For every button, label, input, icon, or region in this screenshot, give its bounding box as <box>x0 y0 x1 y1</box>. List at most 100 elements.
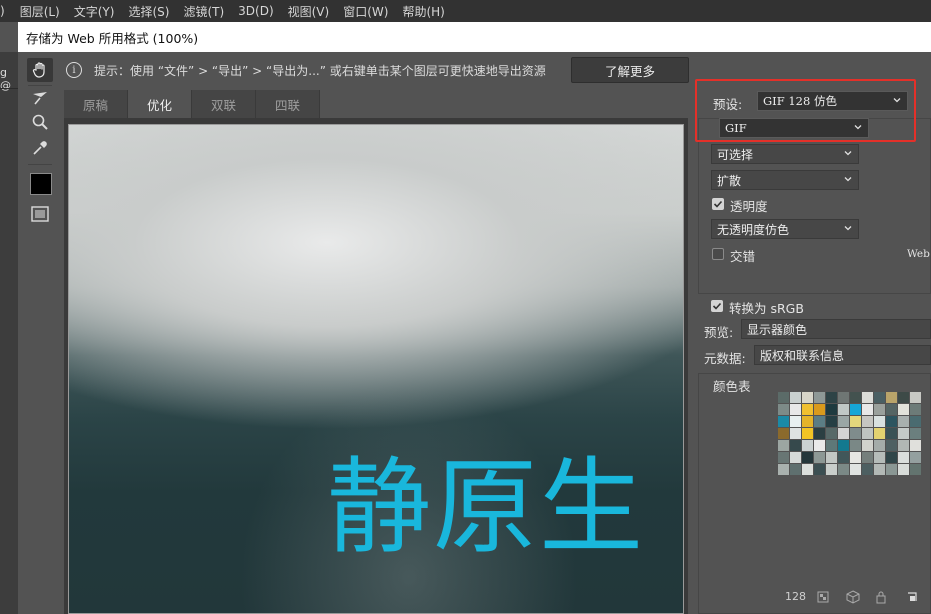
color-swatch[interactable] <box>802 452 813 463</box>
slice-select-tool[interactable] <box>27 86 53 110</box>
color-swatch[interactable] <box>898 404 909 415</box>
color-swatch[interactable] <box>838 428 849 439</box>
color-swatch[interactable] <box>910 452 921 463</box>
menu-item[interactable]: ) <box>0 4 13 18</box>
color-swatch[interactable] <box>910 428 921 439</box>
color-swatch[interactable] <box>790 452 801 463</box>
color-swatch[interactable] <box>838 464 849 475</box>
color-reduction-select[interactable]: 可选择 <box>711 144 859 164</box>
view-tab[interactable]: 四联 <box>256 90 320 118</box>
preview-canvas-area[interactable]: 静原生 <box>64 118 688 614</box>
color-swatch[interactable] <box>850 392 861 403</box>
color-swatch[interactable] <box>862 452 873 463</box>
color-swatch[interactable] <box>850 452 861 463</box>
color-swatch[interactable] <box>898 464 909 475</box>
color-swatch[interactable] <box>790 428 801 439</box>
color-swatch[interactable] <box>886 464 897 475</box>
menu-item[interactable]: 图层(L) <box>13 3 67 20</box>
toggle-slices-visibility-button[interactable] <box>27 202 53 226</box>
color-swatch[interactable] <box>910 464 921 475</box>
eyedropper-color-swatch[interactable] <box>30 173 52 195</box>
color-swatch[interactable] <box>814 428 825 439</box>
lock-icon[interactable] <box>874 590 888 604</box>
color-swatch[interactable] <box>826 392 837 403</box>
menu-item[interactable]: 3D(D) <box>231 4 280 18</box>
color-swatch[interactable] <box>886 416 897 427</box>
color-swatch[interactable] <box>790 440 801 451</box>
learn-more-button[interactable]: 了解更多 <box>571 57 689 83</box>
color-swatch[interactable] <box>778 416 789 427</box>
color-swatch[interactable] <box>826 428 837 439</box>
color-swatch[interactable] <box>874 392 885 403</box>
color-swatch[interactable] <box>862 428 873 439</box>
color-swatch[interactable] <box>790 416 801 427</box>
preset-select[interactable]: GIF 128 仿色 <box>757 91 908 111</box>
color-swatch[interactable] <box>910 416 921 427</box>
color-swatch[interactable] <box>814 416 825 427</box>
preview-image-frame[interactable]: 静原生 <box>68 124 684 614</box>
color-swatch[interactable] <box>790 404 801 415</box>
color-swatch[interactable] <box>802 416 813 427</box>
transparency-checkbox[interactable] <box>712 198 724 210</box>
menu-item[interactable]: 视图(V) <box>281 3 337 20</box>
color-swatch[interactable] <box>862 440 873 451</box>
color-swatch[interactable] <box>778 464 789 475</box>
color-swatch[interactable] <box>862 404 873 415</box>
color-swatch[interactable] <box>826 416 837 427</box>
color-swatch[interactable] <box>850 428 861 439</box>
color-table-grid[interactable] <box>778 392 926 490</box>
color-swatch[interactable] <box>886 392 897 403</box>
color-swatch[interactable] <box>898 428 909 439</box>
color-swatch[interactable] <box>838 416 849 427</box>
color-swatch[interactable] <box>898 440 909 451</box>
color-swatch[interactable] <box>838 452 849 463</box>
color-swatch[interactable] <box>790 464 801 475</box>
color-swatch[interactable] <box>862 416 873 427</box>
color-swatch[interactable] <box>862 392 873 403</box>
color-swatch[interactable] <box>802 428 813 439</box>
menu-item[interactable]: 选择(S) <box>121 3 176 20</box>
color-swatch[interactable] <box>838 440 849 451</box>
color-swatch[interactable] <box>874 464 885 475</box>
menu-item[interactable]: 文字(Y) <box>67 3 122 20</box>
color-swatch[interactable] <box>802 392 813 403</box>
view-tab[interactable]: 原稿 <box>64 90 128 118</box>
color-swatch[interactable] <box>778 392 789 403</box>
color-swatch[interactable] <box>886 440 897 451</box>
color-swatch[interactable] <box>850 464 861 475</box>
interlaced-checkbox[interactable] <box>712 248 724 260</box>
menu-item[interactable]: 帮助(H) <box>395 3 451 20</box>
color-swatch[interactable] <box>850 440 861 451</box>
color-swatch[interactable] <box>898 392 909 403</box>
color-swatch[interactable] <box>838 392 849 403</box>
color-swatch[interactable] <box>910 392 921 403</box>
dither-algorithm-select[interactable]: 扩散 <box>711 170 859 190</box>
preview-color-select[interactable]: 显示器颜色 <box>741 319 931 339</box>
color-swatch[interactable] <box>838 404 849 415</box>
color-swatch[interactable] <box>814 452 825 463</box>
color-swatch[interactable] <box>814 440 825 451</box>
color-swatch[interactable] <box>802 440 813 451</box>
view-tab[interactable]: 双联 <box>192 90 256 118</box>
color-swatch[interactable] <box>778 452 789 463</box>
transparency-dither-select[interactable]: 无透明度仿色 <box>711 219 859 239</box>
color-swatch[interactable] <box>886 428 897 439</box>
new-color-icon[interactable] <box>906 590 920 604</box>
view-tab[interactable]: 优化 <box>128 90 192 118</box>
color-swatch[interactable] <box>886 404 897 415</box>
color-swatch[interactable] <box>874 452 885 463</box>
color-swatch[interactable] <box>910 440 921 451</box>
color-swatch[interactable] <box>826 440 837 451</box>
metadata-select[interactable]: 版权和联系信息 <box>754 345 931 365</box>
color-swatch[interactable] <box>814 392 825 403</box>
color-swatch[interactable] <box>874 440 885 451</box>
color-swatch[interactable] <box>778 404 789 415</box>
color-swatch[interactable] <box>802 464 813 475</box>
color-swatch[interactable] <box>826 464 837 475</box>
color-swatch[interactable] <box>898 452 909 463</box>
color-swatch[interactable] <box>790 392 801 403</box>
color-swatch[interactable] <box>826 452 837 463</box>
color-swatch[interactable] <box>814 404 825 415</box>
color-swatch[interactable] <box>874 404 885 415</box>
color-swatch[interactable] <box>814 464 825 475</box>
